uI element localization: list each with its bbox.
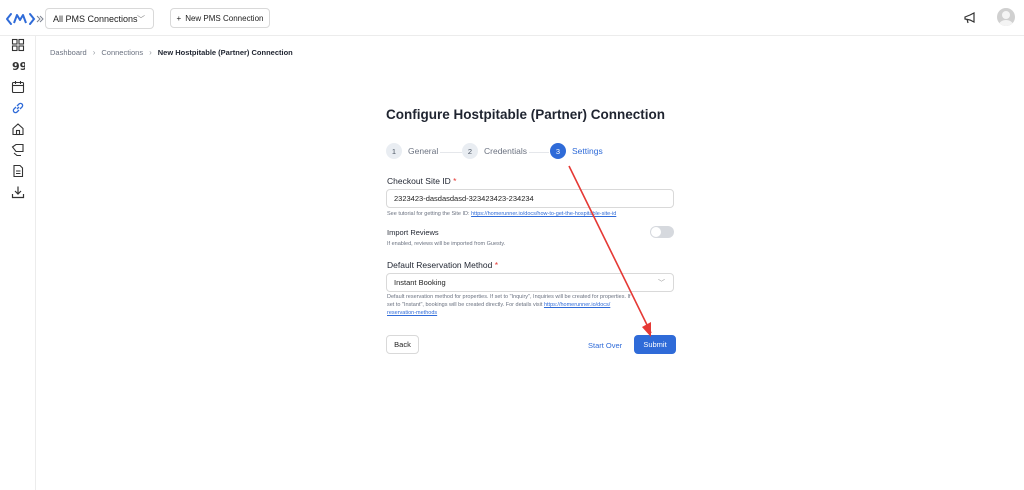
import-reviews-toggle[interactable] (650, 226, 674, 238)
back-button[interactable]: Back (386, 335, 419, 354)
megaphone-icon[interactable] (963, 11, 977, 25)
reservation-help-link-cont[interactable]: reservation-methods (387, 310, 437, 316)
chevron-right-icon: › (92, 48, 96, 57)
step-connector (529, 152, 549, 153)
step-connector (440, 152, 462, 153)
breadcrumb-dashboard[interactable]: Dashboard (50, 48, 87, 57)
user-avatar[interactable] (997, 8, 1015, 26)
reviews-icon[interactable]: 99 (11, 59, 27, 73)
connections-icon[interactable] (11, 101, 25, 115)
breadcrumb: Dashboard › Connections › New Hostpitabl… (50, 48, 293, 57)
step-number: 3 (550, 143, 566, 159)
stepper: 1 General 2 Credentials 3 Settings (386, 143, 686, 161)
step-label: Credentials (484, 146, 527, 156)
step-label: Settings (572, 146, 603, 156)
reservation-method-label-text: Default Reservation Method (387, 260, 493, 270)
required-mark: * (494, 260, 499, 270)
chevron-down-icon: ﹀ (137, 15, 145, 24)
step-settings[interactable]: 3 Settings (550, 143, 603, 159)
calendar-icon[interactable] (11, 80, 25, 94)
logo-icon[interactable] (5, 10, 45, 28)
step-general[interactable]: 1 General (386, 143, 438, 159)
annotation-arrow (568, 165, 652, 337)
import-reviews-label: Import Reviews (387, 228, 439, 237)
pms-connections-select[interactable]: All PMS Connections ﹀ (45, 8, 154, 29)
reservation-method-label: Default Reservation Method * (387, 260, 498, 270)
site-id-value: 2323423-dasdasdasd-323423423-234234 (394, 194, 534, 203)
new-pms-connection-label: New PMS Connection (185, 13, 264, 23)
site-id-help-text: See tutorial for getting the Site ID: (387, 211, 472, 217)
home-icon[interactable] (11, 122, 25, 136)
breadcrumb-connections[interactable]: Connections (101, 48, 143, 57)
start-over-link[interactable]: Start Over (588, 341, 622, 350)
site-id-help: See tutorial for getting the Site ID: ht… (387, 210, 616, 218)
site-id-input[interactable]: 2323423-dasdasdasd-323423423-234234 (386, 189, 674, 208)
chevron-right-icon: › (149, 48, 152, 57)
site-id-label: Checkout Site ID * (387, 176, 456, 186)
step-number: 1 (386, 143, 402, 159)
import-reviews-help: If enabled, reviews will be imported fro… (387, 241, 506, 247)
new-pms-connection-button[interactable]: + New PMS Connection (170, 8, 270, 28)
plus-icon: + (176, 13, 182, 23)
required-mark: * (453, 176, 457, 186)
dashboard-icon[interactable] (11, 38, 25, 52)
chevron-down-icon: ﹀ (658, 280, 665, 287)
reservation-method-value: Instant Booking (394, 278, 446, 287)
step-label: General (408, 146, 439, 156)
tags-icon[interactable] (11, 143, 25, 157)
top-bar: All PMS Connections ﹀ + New PMS Connecti… (0, 0, 1024, 36)
document-icon[interactable] (11, 164, 25, 178)
reservation-method-select[interactable]: Instant Booking ﹀ (386, 273, 674, 292)
reservation-help-line1: Default reservation method for propertie… (387, 294, 631, 300)
reservation-help-line2: set to "Instant", bookings will be creat… (387, 302, 544, 308)
download-icon[interactable] (11, 185, 25, 199)
site-id-help-link[interactable]: https://homerunner.io/docs/how-to-get-th… (471, 211, 616, 217)
toggle-knob (651, 227, 661, 237)
reservation-help-link[interactable]: https://homerunner.io/docs/ (544, 302, 610, 308)
site-id-label-text: Checkout Site ID (387, 176, 451, 186)
reservation-method-help: Default reservation method for propertie… (387, 293, 677, 317)
step-number: 2 (462, 143, 478, 159)
sidebar: 99 (0, 36, 36, 490)
page-title: Configure Hostpitable (Partner) Connecti… (386, 107, 666, 122)
step-credentials[interactable]: 2 Credentials (462, 143, 527, 159)
pms-select-value: All PMS Connections (53, 13, 138, 24)
breadcrumb-current: New Hostpitable (Partner) Connection (157, 48, 293, 57)
submit-button[interactable]: Submit (634, 335, 676, 354)
svg-text:99: 99 (12, 60, 25, 73)
